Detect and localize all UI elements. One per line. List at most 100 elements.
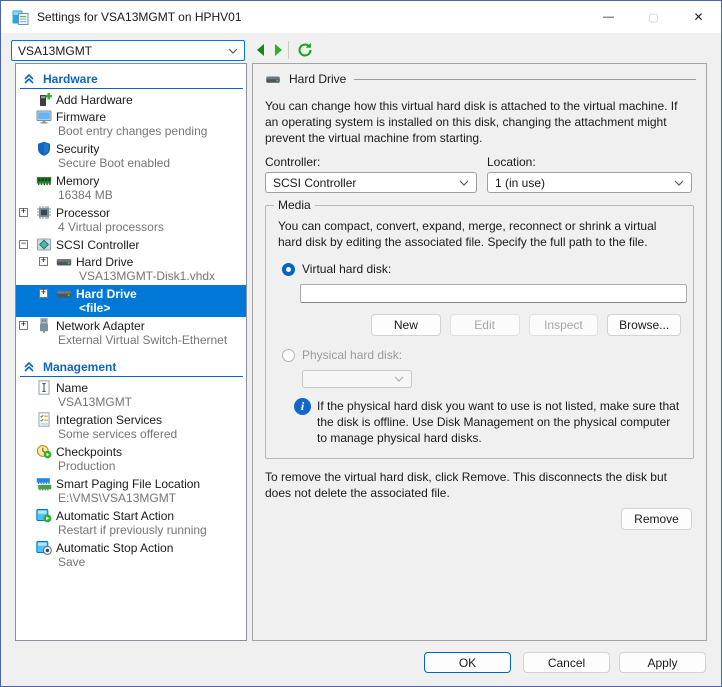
tree-item-subtext: Some services offered (16, 427, 246, 442)
browse-button[interactable]: Browse... (607, 314, 681, 336)
scsi-controller-icon (36, 237, 52, 252)
auto-stop-icon (36, 540, 52, 555)
virtual-disk-path-input[interactable] (300, 284, 687, 303)
expand-icon[interactable]: + (19, 208, 28, 217)
close-button[interactable]: ✕ (676, 1, 721, 33)
chevron-down-icon (674, 180, 684, 186)
expand-icon[interactable]: + (39, 289, 48, 298)
firmware-icon (36, 109, 52, 124)
integration-services-icon (36, 412, 52, 427)
tree-item-subtext: Secure Boot enabled (16, 156, 246, 171)
tree-item-scsi-controller[interactable]: − SCSI Controller (16, 236, 246, 253)
section-label: Hardware (43, 72, 98, 86)
expand-icon[interactable]: + (39, 257, 48, 266)
remove-note-text: To remove the virtual hard disk, click R… (265, 469, 690, 501)
radio-disabled-icon (282, 349, 295, 362)
location-select[interactable]: 1 (in use) (487, 172, 692, 193)
tree-item-subtext: 16384 MB (16, 188, 246, 203)
section-underline (20, 88, 243, 89)
section-management[interactable]: Management (16, 355, 246, 375)
expand-icon[interactable]: + (19, 321, 28, 330)
security-shield-icon (36, 141, 52, 156)
tree-item-processor[interactable]: + Processor 4 Virtual processors (16, 204, 246, 236)
chevron-down-icon (459, 180, 469, 186)
tree-item-network-adapter[interactable]: + Network Adapter External Virtual Switc… (16, 317, 246, 349)
collapse-icon[interactable]: − (19, 240, 28, 249)
tree-item-subtext: VSA13MGMT-Disk1.vhdx (16, 269, 246, 284)
tree-item-smart-paging[interactable]: Smart Paging File Location E:\VMS\VSA13M… (16, 475, 246, 507)
tree-item-name[interactable]: Name VSA13MGMT (16, 379, 246, 411)
section-underline (20, 376, 243, 377)
tree-item-subtext: Boot entry changes pending (16, 124, 246, 139)
radio-selected-icon (282, 263, 295, 276)
tree-item-memory[interactable]: Memory 16384 MB (16, 172, 246, 204)
panel-header: Hard Drive (265, 72, 696, 86)
chevron-down-icon (394, 376, 404, 382)
name-icon (36, 380, 52, 395)
tree-item-auto-stop[interactable]: Automatic Stop Action Save (16, 539, 246, 571)
physical-hard-disk-radio: Physical hard disk: (282, 348, 681, 362)
panel-intro-text: You can change how this virtual hard dis… (265, 98, 692, 146)
location-label: Location: (487, 155, 692, 169)
info-note: i If the physical hard disk you want to … (294, 398, 681, 446)
tree-item-security[interactable]: Security Secure Boot enabled (16, 140, 246, 172)
collapse-chevron-icon (23, 73, 35, 85)
vm-selector-combobox[interactable]: VSA13MGMT (11, 40, 245, 61)
hard-drive-settings-panel: Hard Drive You can change how this virtu… (252, 63, 707, 641)
inspect-button: Inspect (529, 314, 599, 336)
info-icon: i (294, 398, 311, 415)
apply-button[interactable]: Apply (619, 652, 706, 673)
tree-item-hard-drive-2-selected[interactable]: + Hard Drive <file> (16, 285, 246, 317)
minimize-button[interactable]: — (586, 1, 631, 33)
network-adapter-icon (36, 318, 52, 333)
window-title: Settings for VSA13MGMT on HPHV01 (37, 10, 242, 24)
tree-item-firmware[interactable]: Firmware Boot entry changes pending (16, 108, 246, 140)
smart-paging-icon (36, 476, 52, 491)
panel-title: Hard Drive (289, 72, 346, 86)
tree-item-subtext: Production (16, 459, 246, 474)
cancel-button[interactable]: Cancel (523, 652, 610, 673)
settings-tree: Hardware Add Hardware Firmware (15, 63, 247, 641)
vm-selector-value: VSA13MGMT (18, 44, 228, 58)
tree-item-checkpoints[interactable]: Checkpoints Production (16, 443, 246, 475)
toolbar: VSA13MGMT (1, 33, 721, 63)
chevron-down-icon (228, 48, 238, 54)
hard-drive-icon (56, 286, 72, 301)
navigate-forward-icon[interactable] (270, 42, 286, 58)
virtual-hard-disk-radio[interactable]: Virtual hard disk: (282, 262, 681, 276)
tree-item-subtext: <file> (16, 301, 246, 316)
controller-select[interactable]: SCSI Controller (265, 172, 477, 193)
tree-item-add-hardware[interactable]: Add Hardware (16, 91, 246, 108)
tree-item-hard-drive-1[interactable]: + Hard Drive VSA13MGMT-Disk1.vhdx (16, 253, 246, 285)
tree-item-subtext: VSA13MGMT (16, 395, 246, 410)
auto-start-icon (36, 508, 52, 523)
tree-item-subtext: E:\VMS\VSA13MGMT (16, 491, 246, 506)
tree-item-subtext: 4 Virtual processors (16, 220, 246, 235)
controller-label: Controller: (265, 155, 477, 169)
checkpoints-icon (36, 444, 52, 459)
tree-item-auto-start[interactable]: Automatic Start Action Restart if previo… (16, 507, 246, 539)
settings-window: Settings for VSA13MGMT on HPHV01 — ▢ ✕ V… (0, 0, 722, 687)
section-label: Management (43, 360, 116, 374)
new-button[interactable]: New (371, 314, 441, 336)
media-groupbox-label: Media (274, 198, 315, 212)
refresh-icon[interactable] (297, 42, 313, 58)
navigate-back-icon[interactable] (253, 42, 269, 58)
edit-button: Edit (450, 314, 520, 336)
hard-drive-icon (56, 254, 72, 269)
ok-button[interactable]: OK (424, 652, 511, 673)
hard-drive-icon (265, 72, 281, 86)
memory-icon (36, 173, 52, 188)
processor-icon (36, 205, 52, 220)
tree-item-subtext: Restart if previously running (16, 523, 246, 538)
add-hardware-icon (36, 92, 52, 107)
section-hardware[interactable]: Hardware (16, 67, 246, 87)
media-groupbox: Media You can compact, convert, expand, … (265, 205, 694, 459)
tree-item-integration-services[interactable]: Integration Services Some services offer… (16, 411, 246, 443)
media-intro-text: You can compact, convert, expand, merge,… (278, 218, 681, 250)
collapse-chevron-icon (23, 361, 35, 373)
toolbar-separator (288, 41, 289, 59)
tree-item-subtext: Save (16, 555, 246, 570)
remove-button[interactable]: Remove (621, 508, 692, 530)
tree-item-subtext: External Virtual Switch-Ethernet (16, 333, 246, 348)
